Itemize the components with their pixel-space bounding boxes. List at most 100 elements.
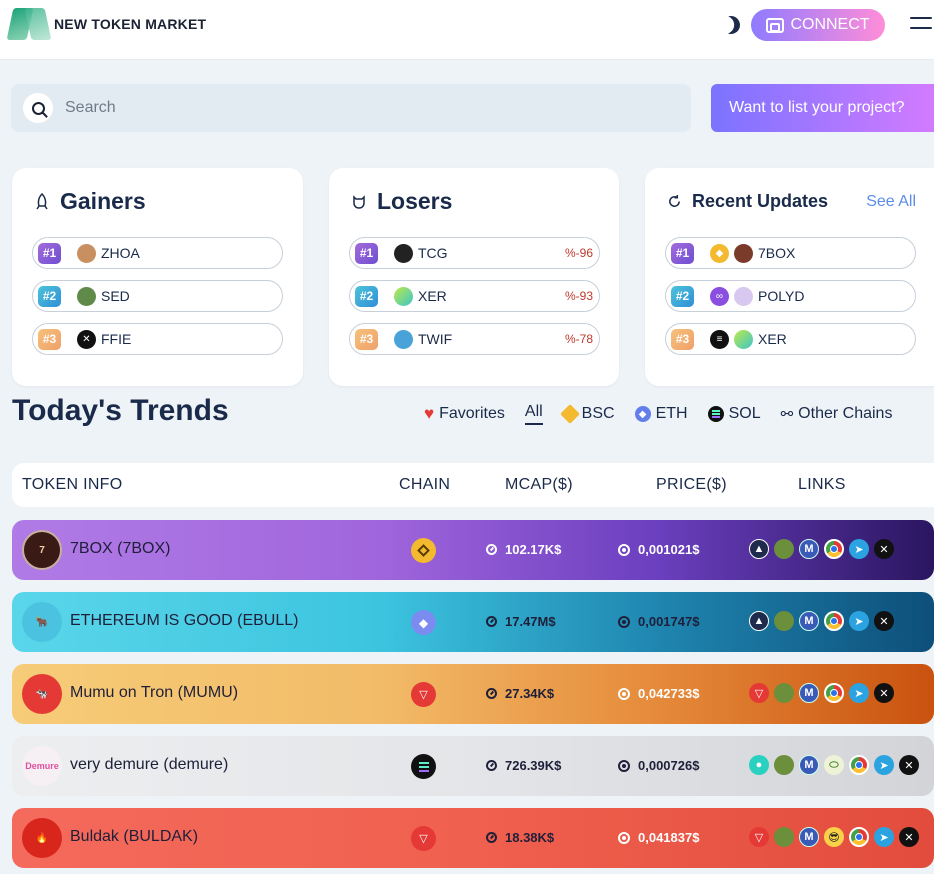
rank-badge: #2	[671, 285, 694, 307]
price-value: 0,001021$	[618, 542, 699, 557]
filter-bsc[interactable]: BSC	[559, 404, 615, 424]
website-link-icon[interactable]	[824, 539, 844, 559]
x-link-icon[interactable]: ✕	[874, 539, 894, 559]
logo[interactable]: NEW TOKEN MARKET	[6, 8, 206, 40]
coinmarketcap-link-icon[interactable]: M	[799, 611, 819, 631]
solana-chain-icon	[411, 754, 436, 779]
x-link-icon[interactable]: ✕	[874, 611, 894, 631]
mcap-value: 27.34K$	[486, 686, 554, 701]
coingecko-link-icon[interactable]	[774, 611, 794, 631]
gainer-item[interactable]: #2 SED	[32, 280, 283, 312]
loser-item[interactable]: #1 TCG %-96	[349, 237, 600, 269]
coinmarketcap-link-icon[interactable]: M	[799, 539, 819, 559]
see-all-link[interactable]: See All	[866, 193, 916, 211]
recent-item[interactable]: #3 ≡ XER	[665, 323, 916, 355]
dark-mode-moon-icon[interactable]	[719, 13, 744, 38]
x-link-icon[interactable]: ✕	[899, 755, 919, 775]
filter-other-chains[interactable]: ⚯ Other Chains	[781, 405, 893, 423]
list-project-button[interactable]: Want to list your project?	[711, 84, 934, 132]
connect-wallet-button[interactable]: CONNECT	[751, 9, 885, 41]
website-link-icon[interactable]	[849, 755, 869, 775]
loser-item[interactable]: #3 TWIF %-78	[349, 323, 600, 355]
token-links: ▽ M 😎 ➤ ✕	[749, 827, 919, 847]
token-symbol: TWIF	[418, 331, 453, 347]
gauge-icon	[486, 760, 497, 771]
filter-all[interactable]: All	[524, 403, 543, 425]
telegram-link-icon[interactable]: ➤	[874, 827, 894, 847]
tronscan-link-icon[interactable]: ▽	[749, 827, 769, 847]
col-links: LINKS	[798, 476, 846, 493]
x-link-icon[interactable]: ✕	[899, 827, 919, 847]
table-row[interactable]: 🐂 ETHEREUM IS GOOD (EBULL) ◆ 17.47M$ 0,0…	[12, 592, 934, 652]
mcap-value: 102.17K$	[486, 542, 561, 557]
token-symbol: POLYD	[758, 288, 805, 304]
coin-icon	[618, 687, 630, 700]
coinmarketcap-link-icon[interactable]: M	[799, 683, 819, 703]
table-row[interactable]: 🐄 Mumu on Tron (MUMU) ▽ 27.34K$ 0,042733…	[12, 664, 934, 724]
trends-title: Today's Trends	[12, 394, 229, 427]
telegram-link-icon[interactable]: ➤	[849, 539, 869, 559]
gainers-card: Gainers #1 ZHOA #2 SED #3 ✕ FFIE	[12, 168, 303, 386]
price-value: 0,041837$	[618, 830, 699, 845]
losers-card: Losers #1 TCG %-96 #2 XER %-93 #3 TWIF %…	[329, 168, 619, 386]
tron-chain-icon: ▽	[411, 826, 436, 851]
pill-link-icon[interactable]: ⬭	[824, 755, 844, 775]
coinmarketcap-link-icon[interactable]: M	[799, 827, 819, 847]
recent-item[interactable]: #2 ∞ POLYD	[665, 280, 916, 312]
website-link-icon[interactable]	[824, 611, 844, 631]
price-value: 0,042733$	[618, 686, 699, 701]
chart-link-icon[interactable]: ▲	[749, 539, 769, 559]
token-name: 7BOX (7BOX)	[70, 540, 171, 557]
change-percent: %-93	[564, 289, 593, 303]
token-links: ● M ⬭ ➤ ✕	[749, 755, 919, 775]
filter-favorites[interactable]: ♥ Favorites	[424, 404, 505, 424]
coingecko-link-icon[interactable]	[774, 683, 794, 703]
token-name: very demure (demure)	[70, 756, 229, 773]
table-row[interactable]: 7 7BOX (7BOX) 102.17K$ 0,001021$ ▲ M ➤ ✕	[12, 520, 934, 580]
search-icon-wrap	[23, 93, 53, 123]
solana-chain-icon: ≡	[710, 329, 729, 349]
coin-icon	[618, 831, 630, 844]
chart-link-icon[interactable]: ▲	[749, 611, 769, 631]
heart-icon: ♥	[424, 404, 435, 423]
sol-icon	[707, 406, 724, 422]
dexscreener-link-icon[interactable]: ●	[749, 755, 769, 775]
token-avatar-icon	[734, 329, 753, 349]
polygon-chain-icon: ∞	[710, 286, 729, 306]
coingecko-link-icon[interactable]	[774, 755, 794, 775]
website-link-icon[interactable]	[824, 683, 844, 703]
x-link-icon[interactable]: ✕	[874, 683, 894, 703]
col-token-info: TOKEN INFO	[22, 476, 123, 493]
sunglasses-link-icon[interactable]: 😎	[824, 827, 844, 847]
tronscan-link-icon[interactable]: ▽	[749, 683, 769, 703]
recent-item[interactable]: #1 ◆ 7BOX	[665, 237, 916, 269]
token-name: Mumu on Tron (MUMU)	[70, 684, 239, 701]
coinmarketcap-link-icon[interactable]: M	[799, 755, 819, 775]
gainer-item[interactable]: #3 ✕ FFIE	[32, 323, 283, 355]
telegram-link-icon[interactable]: ➤	[849, 683, 869, 703]
coingecko-link-icon[interactable]	[774, 827, 794, 847]
rank-badge: #1	[355, 242, 378, 264]
filter-sol[interactable]: SOL	[707, 405, 761, 423]
telegram-link-icon[interactable]: ➤	[849, 611, 869, 631]
hamburger-menu-icon[interactable]	[910, 17, 932, 31]
search-input[interactable]	[65, 99, 565, 117]
col-price: PRICE($)	[656, 476, 727, 493]
bsc-icon	[559, 404, 580, 424]
gainer-item[interactable]: #1 ZHOA	[32, 237, 283, 269]
token-avatar-icon: ✕	[77, 329, 96, 349]
token-links: ▲ M ➤ ✕	[749, 611, 894, 631]
token-avatar-icon	[734, 243, 753, 263]
table-header: TOKEN INFO CHAIN MCAP($) PRICE($) LINKS	[12, 463, 934, 507]
filter-eth[interactable]: ◆ ETH	[634, 405, 688, 423]
coingecko-link-icon[interactable]	[774, 539, 794, 559]
telegram-link-icon[interactable]: ➤	[874, 755, 894, 775]
table-row[interactable]: Demure very demure (demure) 726.39K$ 0,0…	[12, 736, 934, 796]
website-link-icon[interactable]	[849, 827, 869, 847]
table-row[interactable]: 🔥 Buldak (BULDAK) ▽ 18.38K$ 0,041837$ ▽ …	[12, 808, 934, 868]
loser-item[interactable]: #2 XER %-93	[349, 280, 600, 312]
token-name: ETHEREUM IS GOOD (EBULL)	[70, 612, 299, 629]
coin-icon	[618, 759, 630, 772]
token-links: ▽ M ➤ ✕	[749, 683, 894, 703]
eth-icon: ◆	[634, 406, 651, 422]
